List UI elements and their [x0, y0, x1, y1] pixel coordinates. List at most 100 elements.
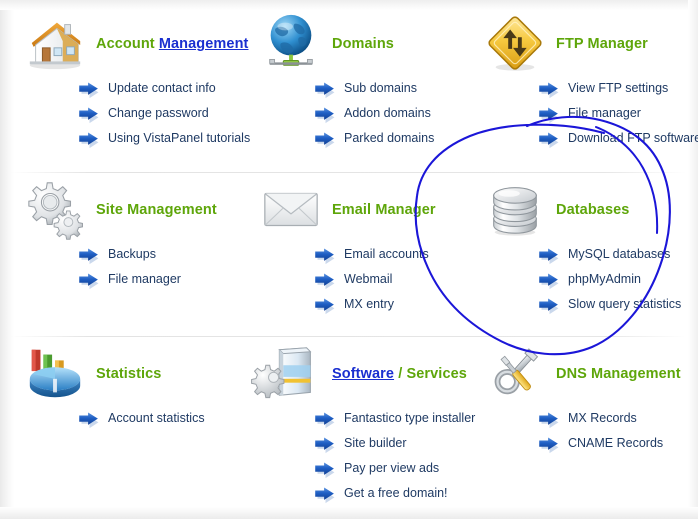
panel-title-software-services: Software / Services [332, 366, 467, 382]
panel-title-text-domains: Domains [332, 36, 394, 52]
panel-links-account-management: Update contact info Change password Usin… [14, 80, 250, 155]
panel-title-text-dns-management: DNS Management [556, 366, 681, 382]
panel-links-email-manager: Email accounts Webmail MX entry [250, 246, 472, 321]
arrow-right-icon [79, 132, 99, 149]
panel-title-databases: Databases [556, 202, 629, 218]
panel-link-item[interactable]: Using VistaPanel tutorials [14, 130, 250, 155]
arrow-right-icon [538, 273, 560, 290]
panel-link-item[interactable]: View FTP settings [474, 80, 698, 105]
panel-domains: Domains Sub domains Addon domains Parked… [250, 10, 472, 155]
arrow-right-icon [314, 462, 336, 479]
panel-link-label[interactable]: Addon domains [344, 106, 431, 120]
panel-link-item[interactable]: MX entry [250, 296, 472, 321]
panel-title-text-account-management: Account [96, 36, 155, 52]
panel-title-text-statistics: Statistics [96, 366, 162, 382]
panel-link-item[interactable]: Get a free domain! [250, 485, 472, 510]
arrow-right-icon [315, 82, 335, 99]
panel-link-label[interactable]: Email accounts [344, 247, 429, 261]
panel-header-dns-management: DNS Management [474, 340, 698, 410]
panel-link-label[interactable]: Slow query statistics [568, 297, 681, 311]
ftp-diamond-icon [484, 12, 546, 74]
arrow-right-icon [314, 132, 336, 149]
panel-link-label[interactable]: Pay per view ads [344, 461, 439, 475]
panel-link-label[interactable]: Site builder [344, 436, 407, 450]
row-separator-2 [10, 336, 686, 337]
panel-link-label[interactable]: MX Records [568, 411, 637, 425]
panel-title-text-software-services: Services [406, 366, 467, 382]
arrow-right-icon [314, 107, 336, 124]
panel-link-label[interactable]: File manager [568, 106, 641, 120]
panel-link-item[interactable]: Pay per view ads [250, 460, 472, 485]
panel-link-item[interactable]: MX Records [474, 410, 698, 435]
panel-link-item[interactable]: Fantastico type installer [250, 410, 475, 435]
panel-title-statistics: Statistics [96, 366, 161, 382]
panel-link-label[interactable]: View FTP settings [568, 81, 668, 95]
panel-link-label[interactable]: Update contact info [108, 81, 216, 95]
panel-ftp-manager: FTP Manager View FTP settings File manag… [474, 10, 698, 155]
arrow-right-icon [539, 412, 559, 429]
panel-software-services: Software / Services Fantastico type inst… [250, 340, 475, 510]
arrow-right-icon [314, 298, 336, 315]
panel-link-item[interactable]: Backups [14, 246, 244, 271]
panel-header-statistics: Statistics [14, 340, 244, 410]
panel-link-label[interactable]: Fantastico type installer [344, 411, 475, 425]
panel-link-label[interactable]: File manager [108, 272, 181, 286]
panel-link-item[interactable]: phpMyAdmin [474, 271, 698, 296]
panel-title-text-software-services: / [398, 366, 403, 382]
panel-link-item[interactable]: Sub domains [250, 80, 472, 105]
software-box-gear-icon [251, 342, 322, 404]
panel-links-statistics: Account statistics [14, 410, 244, 435]
panel-link-label[interactable]: MySQL databases [568, 247, 670, 261]
pie-chart-icon [24, 342, 86, 404]
panel-link-label[interactable]: Parked domains [344, 131, 434, 145]
house-icon [24, 12, 86, 74]
arrow-right-icon [78, 107, 100, 124]
panel-link-item[interactable]: Email accounts [250, 246, 472, 271]
panel-link-label[interactable]: Using VistaPanel tutorials [108, 131, 250, 145]
panel-link-label[interactable]: Account statistics [108, 411, 205, 425]
panel-link-label[interactable]: CNAME Records [568, 436, 663, 450]
panel-title-link-software-services[interactable]: Software [332, 366, 394, 382]
panel-grid: Account Management Update contact info C… [0, 0, 698, 519]
panel-title-ftp-manager: FTP Manager [556, 36, 648, 52]
panel-link-item[interactable]: Site builder [250, 435, 472, 460]
envelope-icon [264, 192, 318, 227]
arrow-right-icon [538, 82, 560, 99]
panel-link-item[interactable]: Slow query statistics [474, 296, 698, 321]
panel-statistics: Statistics Account statistics [14, 340, 244, 435]
panel-link-item[interactable]: MySQL databases [474, 246, 698, 271]
panel-link-label[interactable]: Webmail [344, 272, 392, 286]
panel-link-item[interactable]: CNAME Records [474, 435, 698, 460]
panel-site-management: Site Management Backups File manager [14, 176, 244, 296]
wrench-screwdriver-icon [494, 348, 539, 395]
panel-link-label[interactable]: Get a free domain! [344, 486, 448, 500]
panel-link-item[interactable]: Change password [14, 105, 244, 130]
panel-link-item[interactable]: Account statistics [14, 410, 244, 435]
wrench-screwdriver-icon [484, 342, 546, 404]
panel-link-item[interactable]: Parked domains [250, 130, 472, 155]
arrow-right-icon [79, 248, 99, 265]
arrow-right-icon [78, 248, 100, 265]
panel-link-label[interactable]: Sub domains [344, 81, 417, 95]
panel-link-label[interactable]: phpMyAdmin [568, 272, 641, 286]
panel-link-item[interactable]: Webmail [250, 271, 472, 296]
arrow-right-icon [314, 248, 336, 265]
panel-link-item[interactable]: Addon domains [250, 105, 472, 130]
arrow-right-icon [539, 273, 559, 290]
panel-link-label[interactable]: Download FTP software [568, 131, 698, 145]
panel-link-item[interactable]: Update contact info [14, 80, 244, 105]
arrow-right-icon [538, 437, 560, 454]
ftp-diamond-icon [488, 16, 542, 71]
panel-link-label[interactable]: Change password [108, 106, 209, 120]
panel-link-label[interactable]: Backups [108, 247, 156, 261]
panel-link-label[interactable]: MX entry [344, 297, 394, 311]
panel-link-item[interactable]: File manager [14, 271, 244, 296]
panel-header-software-services: Software / Services [250, 340, 472, 410]
arrow-right-icon [314, 412, 336, 429]
row-separator-1 [10, 172, 686, 173]
panel-link-item[interactable]: File manager [474, 105, 698, 130]
panel-link-item[interactable]: Download FTP software [474, 130, 698, 155]
arrow-right-icon [79, 82, 99, 99]
arrow-right-icon [314, 487, 336, 504]
panel-title-link-account-management[interactable]: Management [159, 36, 249, 52]
